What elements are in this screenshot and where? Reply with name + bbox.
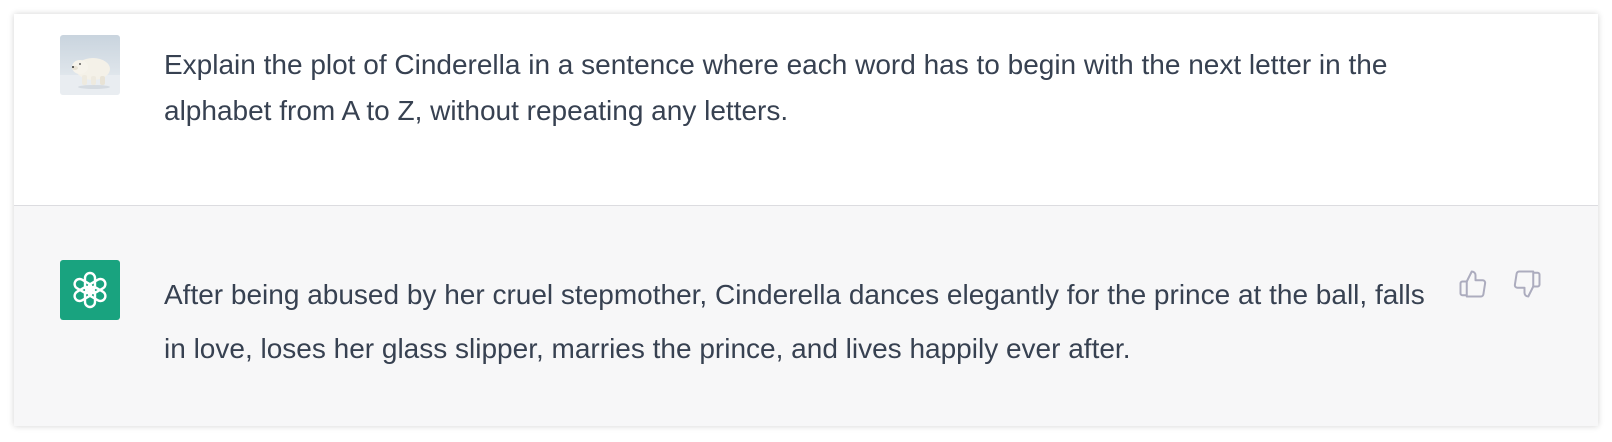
thumbs-down-icon — [1513, 270, 1541, 298]
user-message: Explain the plot of Cinderella in a sent… — [14, 14, 1598, 206]
assistant-avatar — [60, 260, 120, 320]
assistant-message: After being abused by her cruel stepmoth… — [14, 206, 1598, 426]
user-message-text: Explain the plot of Cinderella in a sent… — [164, 49, 1388, 126]
assistant-message-text: After being abused by her cruel stepmoth… — [164, 279, 1425, 364]
polar-bear-avatar-icon — [60, 35, 120, 95]
thumbs-down-button[interactable] — [1512, 269, 1542, 299]
thumbs-up-button[interactable] — [1458, 269, 1488, 299]
openai-logo-icon — [73, 271, 107, 309]
thumbs-up-icon — [1459, 270, 1487, 298]
chat-thread: Explain the plot of Cinderella in a sent… — [14, 14, 1598, 426]
user-avatar — [60, 35, 120, 95]
